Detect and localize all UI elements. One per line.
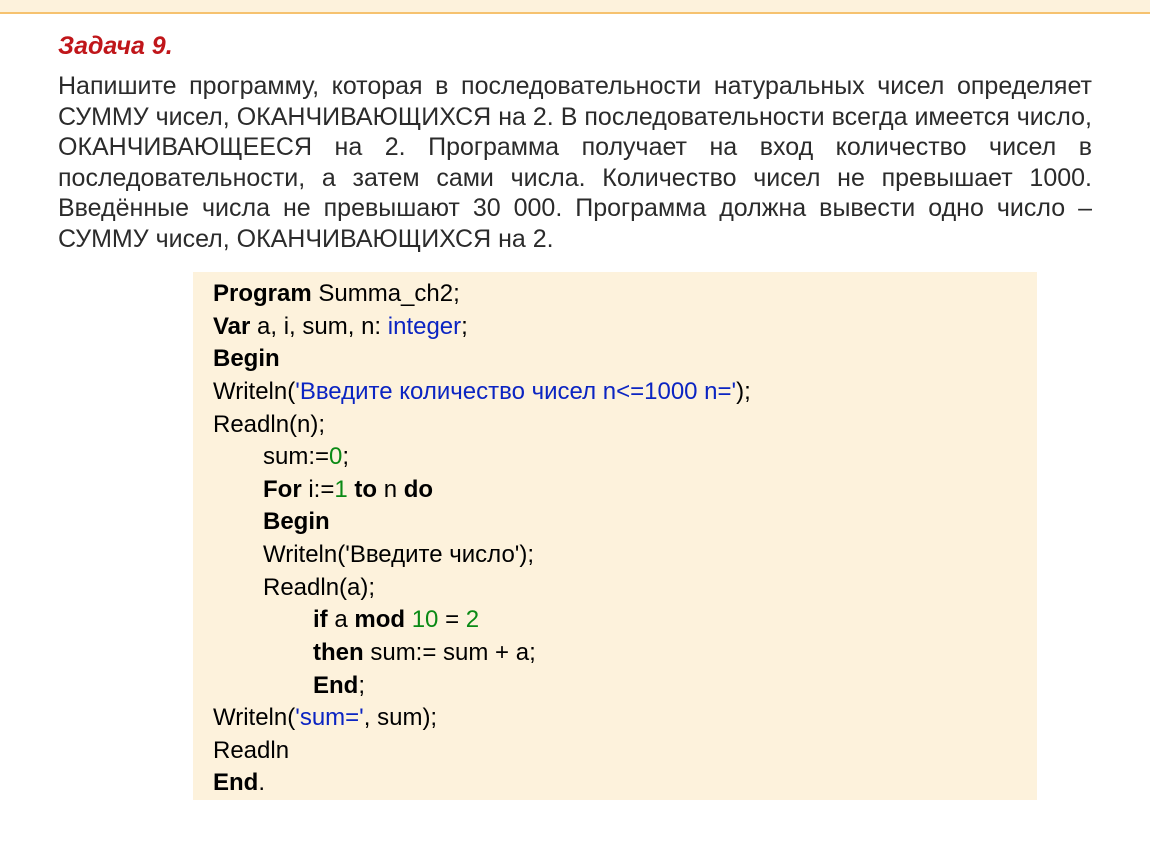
code-text: Writeln(	[213, 704, 295, 731]
number-literal: 0	[329, 443, 342, 470]
string-literal: 'sum='	[295, 704, 364, 731]
code-line-11: if a mod 10 = 2	[213, 604, 1017, 637]
slide-top-band	[0, 0, 1150, 14]
code-line-10: Readln(a);	[213, 572, 1017, 605]
code-line-12: then sum:= sum + a;	[213, 637, 1017, 670]
keyword-end: End	[213, 769, 258, 796]
keyword-mod: mod	[354, 606, 405, 633]
number-literal: 2	[466, 606, 479, 633]
slide-content: Задача 9. Напишите программу, которая в …	[0, 14, 1150, 800]
code-line-8: Begin	[213, 506, 1017, 539]
code-line-3: Begin	[213, 343, 1017, 376]
number-literal: 1	[334, 476, 347, 503]
code-text: sum:=	[263, 443, 329, 470]
code-line-14: Writeln('sum=', sum);	[213, 702, 1017, 735]
code-text: Readln(n);	[213, 411, 325, 438]
code-line-4: Writeln('Введите количество чисел n<=100…	[213, 376, 1017, 409]
code-text: sum:= sum + a;	[364, 639, 536, 666]
code-line-9: Writeln('Введите число');	[213, 539, 1017, 572]
code-line-6: sum:=0;	[213, 441, 1017, 474]
code-text: Readln	[213, 737, 289, 764]
code-text: Readln(a);	[263, 574, 375, 601]
keyword-begin: Begin	[263, 508, 330, 535]
keyword-do: do	[404, 476, 433, 503]
code-text: n	[377, 476, 404, 503]
code-text: ;	[358, 672, 365, 699]
keyword-for: For	[263, 476, 302, 503]
code-text: );	[736, 378, 751, 405]
number-literal: 10	[412, 606, 439, 633]
code-text: , sum);	[364, 704, 437, 731]
keyword-end: End	[313, 672, 358, 699]
code-block: Program Summa_ch2; Var a, i, sum, n: int…	[193, 272, 1037, 800]
string-literal: 'Введите количество чисел n<=1000 n='	[295, 378, 736, 405]
code-text: a, i, sum, n:	[250, 313, 387, 340]
code-line-7: For i:=1 to n do	[213, 474, 1017, 507]
code-text: ;	[342, 443, 349, 470]
code-text: Writeln('Введите число');	[263, 541, 534, 568]
code-text	[405, 606, 412, 633]
code-line-2: Var a, i, sum, n: integer;	[213, 311, 1017, 344]
code-text: =	[438, 606, 465, 633]
task-description: Напишите программу, которая в последоват…	[58, 71, 1092, 254]
code-line-5: Readln(n);	[213, 409, 1017, 442]
task-title: Задача 9.	[58, 32, 1092, 61]
code-text: Summa_ch2;	[312, 280, 460, 307]
type-integer: integer	[388, 313, 461, 340]
code-line-1: Program Summa_ch2;	[213, 278, 1017, 311]
code-text: .	[258, 769, 265, 796]
code-line-15: Readln	[213, 735, 1017, 768]
keyword-begin: Begin	[213, 345, 280, 372]
code-line-13: End;	[213, 670, 1017, 703]
keyword-then: then	[313, 639, 364, 666]
code-text: ;	[461, 313, 468, 340]
code-text: a	[328, 606, 355, 633]
keyword-if: if	[313, 606, 328, 633]
code-text: i:=	[302, 476, 335, 503]
keyword-var: Var	[213, 313, 250, 340]
keyword-program: Program	[213, 280, 312, 307]
code-text: Writeln(	[213, 378, 295, 405]
code-line-16: End.	[213, 767, 1017, 800]
keyword-to: to	[354, 476, 377, 503]
